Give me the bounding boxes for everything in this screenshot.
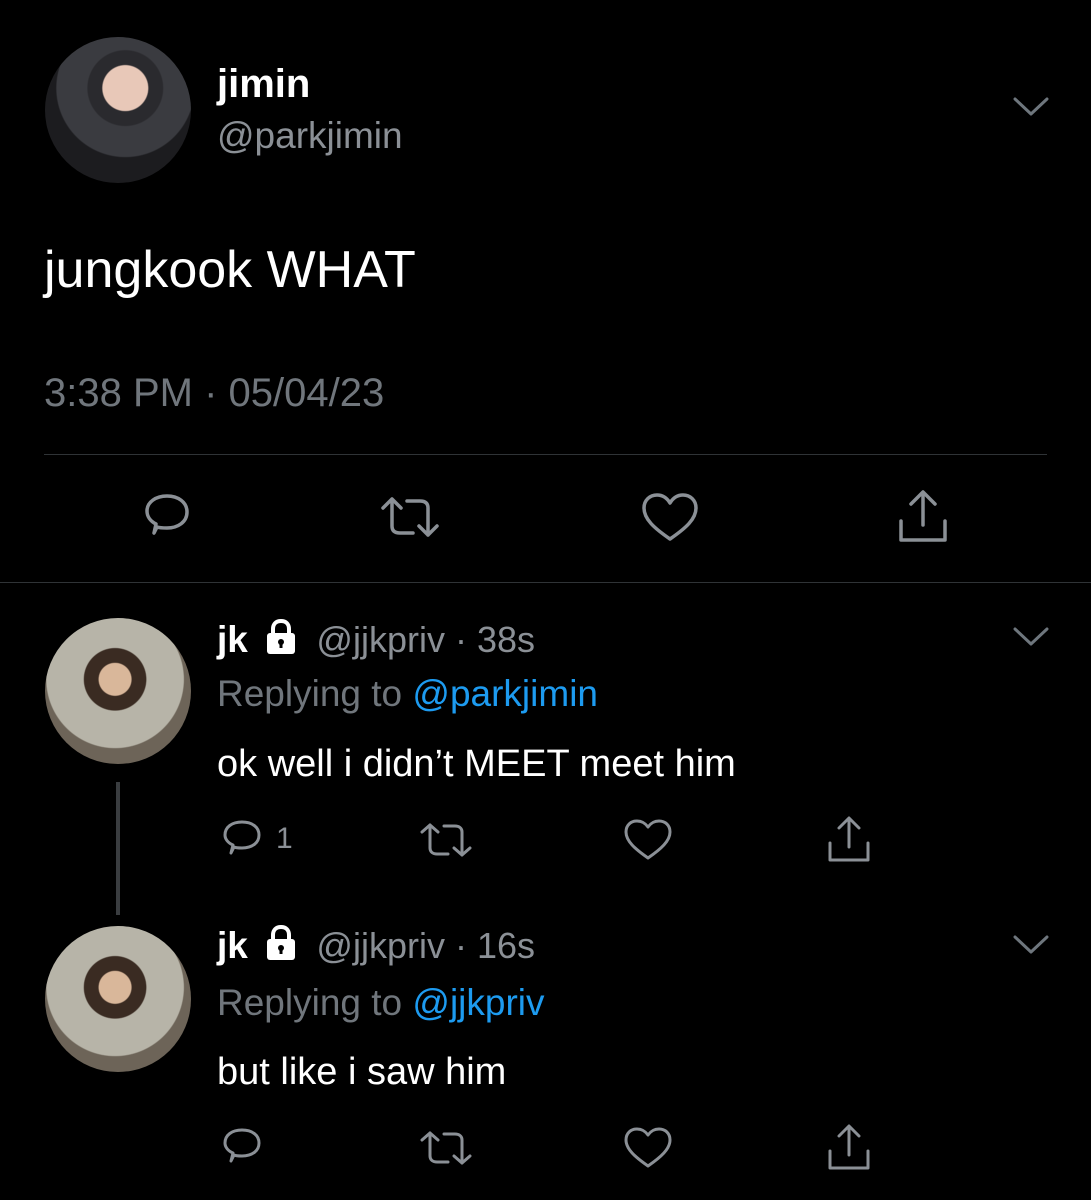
replying-prefix: Replying to [217,673,413,714]
share-icon[interactable] [895,487,951,545]
like-icon[interactable] [640,492,700,544]
separator: · [444,925,477,966]
replying-prefix: Replying to [217,982,413,1023]
chevron-down-icon[interactable] [1011,624,1051,650]
mention-link[interactable]: @parkjimin [412,673,598,714]
retweet-icon[interactable] [420,820,472,860]
retweet-icon[interactable] [380,493,440,541]
reply-header: jk @jjkpriv · 16s [217,924,535,967]
reply-icon[interactable] [220,1126,264,1170]
lock-icon [262,618,300,656]
reply-icon[interactable] [140,491,194,545]
replying-to: Replying to @jjkpriv [217,982,545,1024]
share-icon[interactable] [825,814,873,864]
display-name[interactable]: jk [217,619,248,660]
avatar[interactable] [45,926,191,1072]
display-name[interactable]: jimin [217,62,310,107]
like-icon[interactable] [623,1126,673,1170]
avatar[interactable] [45,37,191,183]
retweet-icon[interactable] [420,1128,472,1168]
separator: · [444,619,477,660]
lock-icon [262,924,300,962]
avatar[interactable] [45,618,191,764]
divider [44,454,1047,455]
display-name[interactable]: jk [217,925,248,966]
chevron-down-icon[interactable] [1011,932,1051,958]
share-icon[interactable] [825,1122,873,1172]
user-handle[interactable]: @parkjimin [217,115,403,157]
reply-text: ok well i didn’t MEET meet him [217,743,736,785]
tweet-timestamp[interactable]: 3:38 PM · 05/04/23 [44,371,384,416]
thread-line [116,782,120,915]
reply-icon[interactable] [220,818,264,862]
tweet-text: jungkook WHAT [44,241,416,299]
user-handle[interactable]: @jjkpriv [316,925,445,966]
section-divider [0,582,1091,583]
replying-to: Replying to @parkjimin [217,673,598,715]
reply-age[interactable]: 38s [477,619,535,660]
user-handle[interactable]: @jjkpriv [316,619,445,660]
reply-header: jk @jjkpriv · 38s [217,618,535,661]
like-icon[interactable] [623,818,673,862]
reply-text: but like i saw him [217,1051,507,1093]
reply-count: 1 [276,822,293,855]
reply-age[interactable]: 16s [477,925,535,966]
chevron-down-icon[interactable] [1011,94,1051,120]
mention-link[interactable]: @jjkpriv [412,982,544,1023]
